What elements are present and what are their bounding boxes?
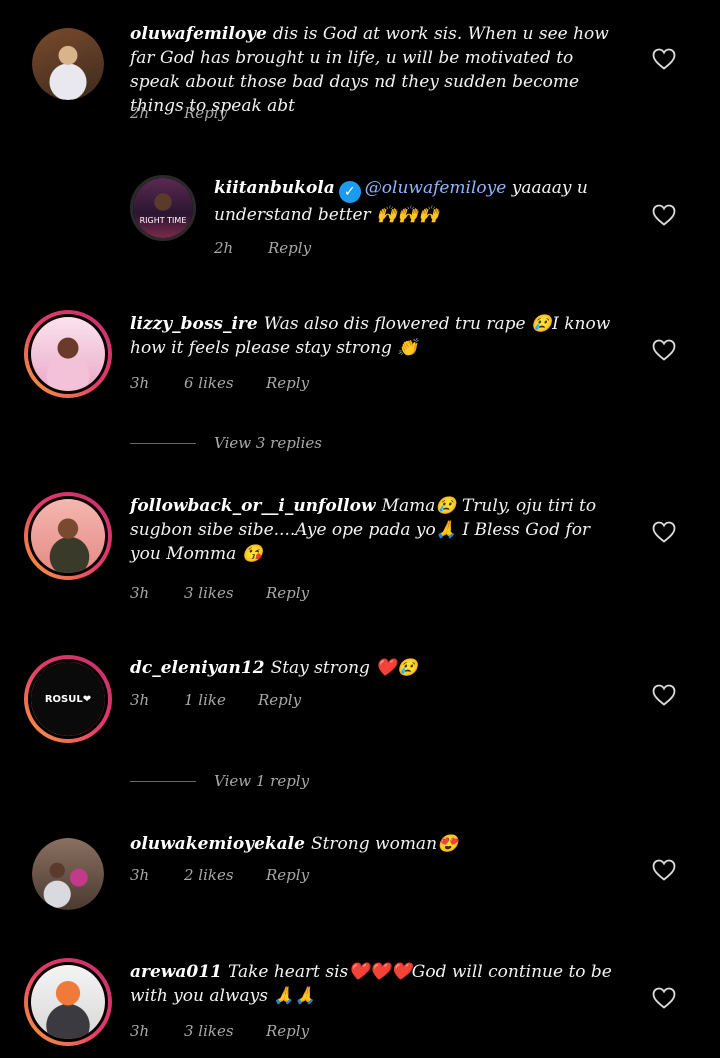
comment-time: 2h: [214, 239, 234, 257]
comment-text: dc_eleniyan12 Stay strong ❤️😢: [130, 656, 625, 680]
comment-username[interactable]: oluwakemioyekale: [130, 834, 305, 854]
comment-time: 3h: [130, 584, 150, 602]
comment-username[interactable]: oluwafemiloye: [130, 24, 267, 44]
divider: [130, 780, 196, 782]
avatar[interactable]: [24, 958, 112, 1046]
comment-meta: 3h 3 likes Reply: [130, 1022, 309, 1040]
heart-icon[interactable]: [652, 521, 676, 543]
reply-button[interactable]: Reply: [258, 691, 301, 709]
comment-time: 3h: [130, 1022, 150, 1040]
comment-username[interactable]: lizzy_boss_ire: [130, 314, 258, 334]
avatar-caption: RIGHT TIME: [139, 216, 187, 225]
reply-button[interactable]: Reply: [266, 866, 309, 884]
verified-badge-icon: ✓: [338, 181, 361, 203]
view-replies-label: View 1 reply: [214, 772, 310, 790]
likes-count[interactable]: 3 likes: [184, 1022, 266, 1040]
comment-meta: 2h Reply: [214, 239, 311, 257]
avatar[interactable]: [32, 28, 104, 100]
comment-text: oluwakemioyekale Strong woman😍: [130, 832, 625, 856]
comment-meta: 3h 1 like Reply: [130, 691, 301, 709]
comment-text: kiitanbukola ✓ @oluwafemiloye yaaaay u und…: [214, 176, 624, 227]
reply-button[interactable]: Reply: [266, 1022, 309, 1040]
likes-count[interactable]: 6 likes: [184, 374, 266, 392]
reply-button[interactable]: Reply: [268, 239, 311, 257]
comment-body: Stay strong ❤️😢: [270, 658, 418, 678]
likes-count[interactable]: 3 likes: [184, 584, 266, 602]
comment-text: followback_or__i_unfollow Mama😢 Truly, oj…: [130, 494, 625, 566]
heart-icon[interactable]: [652, 987, 676, 1009]
comment-meta: 3h 6 likes Reply: [130, 374, 309, 392]
reply-button[interactable]: Reply: [266, 584, 309, 602]
comment-time: 3h: [130, 374, 150, 392]
reply-button[interactable]: Reply: [266, 374, 309, 392]
view-replies-button[interactable]: View 1 reply: [130, 772, 309, 790]
comment-meta: 3h 2 likes Reply: [130, 866, 309, 884]
heart-icon[interactable]: [652, 684, 676, 706]
avatar-caption: ROSUL❤: [44, 694, 92, 705]
comment-meta: 2h Reply: [130, 104, 227, 122]
comment-username[interactable]: arewa011: [130, 962, 222, 982]
divider: [130, 442, 196, 444]
comment-text: arewa011 Take heart sis❤️❤️❤️God will con…: [130, 960, 625, 1008]
avatar[interactable]: RIGHT TIME: [130, 175, 196, 241]
mention-link[interactable]: @oluwafemiloye: [365, 178, 507, 198]
view-replies-button[interactable]: View 3 replies: [130, 434, 322, 452]
heart-icon[interactable]: [652, 204, 676, 226]
comment-username[interactable]: kiitanbukola: [214, 178, 335, 198]
heart-icon[interactable]: [652, 48, 676, 70]
comment-body: Strong woman😍: [310, 834, 459, 854]
comment-meta: 3h 3 likes Reply: [130, 584, 309, 602]
heart-icon[interactable]: [652, 339, 676, 361]
reply-button[interactable]: Reply: [184, 104, 227, 122]
avatar[interactable]: ROSUL❤: [24, 655, 112, 743]
comment-time: 3h: [130, 866, 150, 884]
comment-username[interactable]: dc_eleniyan12: [130, 658, 265, 678]
likes-count[interactable]: 1 like: [184, 691, 258, 709]
avatar[interactable]: [24, 492, 112, 580]
avatar[interactable]: [32, 838, 104, 910]
comment-username[interactable]: followback_or__i_unfollow: [130, 496, 376, 516]
comment-time: 3h: [130, 691, 150, 709]
comment-text: lizzy_boss_ire Was also dis flowered tru …: [130, 312, 625, 360]
likes-count[interactable]: 2 likes: [184, 866, 266, 884]
comment-time: 2h: [130, 104, 150, 122]
avatar[interactable]: [24, 310, 112, 398]
heart-icon[interactable]: [652, 859, 676, 881]
view-replies-label: View 3 replies: [214, 434, 322, 452]
